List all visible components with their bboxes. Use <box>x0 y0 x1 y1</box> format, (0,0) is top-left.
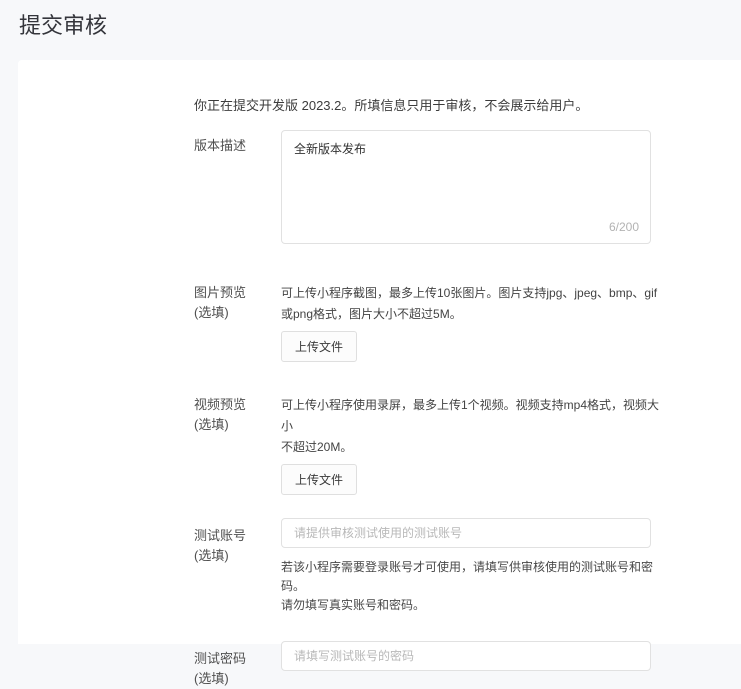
test-account-helper-line-1: 若该小程序需要登录账号才可使用，请填写供审核使用的测试账号和密码。 <box>281 558 661 596</box>
test-account-input[interactable] <box>281 518 651 548</box>
video-help-line-1: 可上传小程序使用录屏，最多上传1个视频。视频支持mp4格式，视频大小 <box>281 395 661 437</box>
video-help-line-2: 不超过20M。 <box>281 437 661 458</box>
row-version-description: 版本描述 6/200 <box>194 130 741 244</box>
submit-review-panel: 你正在提交开发版 2023.2。所填信息只用于审核，不会展示给用户。 版本描述 … <box>18 60 741 644</box>
test-password-label-text: 测试密码 <box>194 651 246 666</box>
form-content: 你正在提交开发版 2023.2。所填信息只用于审核，不会展示给用户。 版本描述 … <box>18 60 741 689</box>
test-account-helper-line-2: 请勿填写真实账号和密码。 <box>281 596 661 615</box>
row-test-password: 测试密码 (选填) <box>194 641 741 689</box>
image-preview-optional: (选填) <box>194 303 281 323</box>
image-help-line-1: 可上传小程序截图，最多上传10张图片。图片支持jpg、jpeg、bmp、gif <box>281 283 661 304</box>
test-account-optional: (选填) <box>194 546 281 566</box>
version-description-textarea[interactable] <box>281 130 651 244</box>
test-password-label: 测试密码 (选填) <box>194 641 281 689</box>
version-description-box: 6/200 <box>281 130 651 244</box>
test-account-helper: 若该小程序需要登录账号才可使用，请填写供审核使用的测试账号和密码。 请勿填写真实… <box>281 558 661 615</box>
video-preview-optional: (选填) <box>194 415 281 435</box>
version-description-label: 版本描述 <box>194 130 281 156</box>
row-test-account: 测试账号 (选填) 若该小程序需要登录账号才可使用，请填写供审核使用的测试账号和… <box>194 518 741 615</box>
test-password-input[interactable] <box>281 641 651 671</box>
image-preview-label-text: 图片预览 <box>194 285 246 300</box>
image-help-line-2: 或png格式，图片大小不超过5M。 <box>281 304 661 325</box>
row-image-preview: 图片预览 (选填) 可上传小程序截图，最多上传10张图片。图片支持jpg、jpe… <box>194 283 741 362</box>
image-preview-label: 图片预览 (选填) <box>194 283 281 323</box>
test-password-optional: (选填) <box>194 669 281 689</box>
row-video-preview: 视频预览 (选填) 可上传小程序使用录屏，最多上传1个视频。视频支持mp4格式，… <box>194 395 741 495</box>
test-account-label-text: 测试账号 <box>194 528 246 543</box>
intro-text: 你正在提交开发版 2023.2。所填信息只用于审核，不会展示给用户。 <box>194 97 741 115</box>
video-preview-label-text: 视频预览 <box>194 397 246 412</box>
video-preview-label: 视频预览 (选填) <box>194 395 281 435</box>
test-account-label: 测试账号 (选填) <box>194 518 281 566</box>
page-title: 提交审核 <box>19 13 107 39</box>
video-upload-button[interactable]: 上传文件 <box>281 464 357 495</box>
image-upload-button[interactable]: 上传文件 <box>281 331 357 362</box>
